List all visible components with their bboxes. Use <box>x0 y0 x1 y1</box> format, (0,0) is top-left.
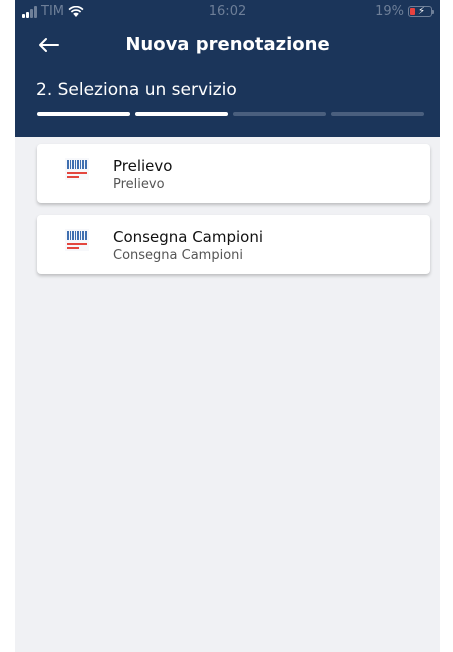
barcode-icon <box>65 158 89 180</box>
battery-icon: ⚡ <box>408 6 434 17</box>
service-description: Prelievo <box>113 177 165 192</box>
barcode-icon <box>65 229 89 251</box>
battery-percent: 19% <box>375 4 404 19</box>
status-bar: TIM 16:02 19% ⚡ <box>15 0 440 24</box>
step-progress-bar <box>37 112 424 116</box>
progress-segment-4 <box>331 112 424 116</box>
app-screen: TIM 16:02 19% ⚡ Nuova prenotazione 2. Se… <box>15 0 440 652</box>
status-right: 19% ⚡ <box>375 4 434 19</box>
step-label: 2. Seleziona un servizio <box>36 80 237 100</box>
service-list: Prelievo Prelievo Consegna Campioni Cons… <box>37 144 430 286</box>
service-card-consegna-campioni[interactable]: Consegna Campioni Consegna Campioni <box>37 215 430 274</box>
service-card-prelievo[interactable]: Prelievo Prelievo <box>37 144 430 203</box>
charging-bolt-icon: ⚡ <box>418 6 426 17</box>
progress-segment-3 <box>233 112 326 116</box>
header: TIM 16:02 19% ⚡ Nuova prenotazione 2. Se… <box>15 0 440 137</box>
progress-segment-2 <box>135 112 228 116</box>
service-name: Consegna Campioni <box>113 228 264 246</box>
progress-segment-1 <box>37 112 130 116</box>
service-name: Prelievo <box>113 157 173 175</box>
page-title: Nuova prenotazione <box>125 34 330 55</box>
service-description: Consegna Campioni <box>113 248 244 263</box>
